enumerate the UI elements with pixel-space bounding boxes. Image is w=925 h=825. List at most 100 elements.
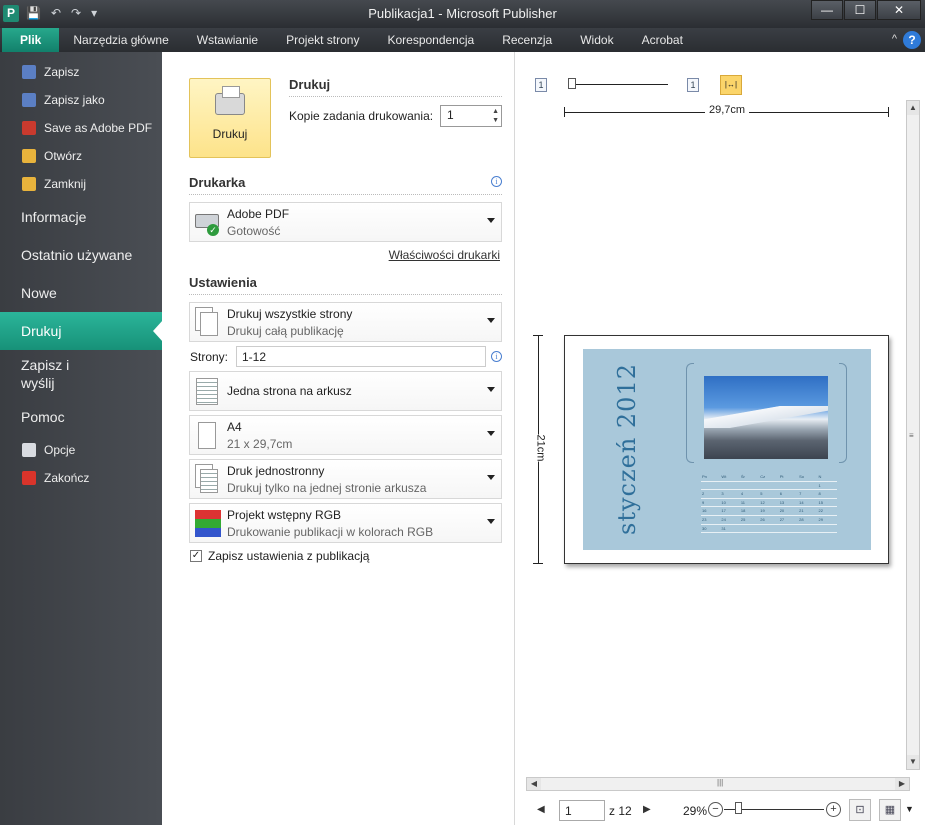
backstage-item-save-and-send[interactable]: Zapisz i wyślij [0,350,162,398]
scroll-left-icon[interactable]: ◀ [527,778,541,790]
info-icon[interactable]: i [491,176,502,187]
previous-page-icon[interactable]: ◀ [537,804,545,815]
backstage-item-new[interactable]: Nowe [0,274,162,312]
day-cell [798,525,817,533]
printer-icon: ✓ [193,207,221,238]
day-cell [759,525,778,533]
day-cell: 30 [702,525,707,531]
day-cell: 20 [779,508,785,514]
minimize-button[interactable]: — [811,0,843,20]
zoom-level[interactable]: 29% [683,804,707,818]
backstage-item-info[interactable]: Informacje [0,198,162,236]
day-cell: 15 [818,499,823,505]
pages-stack-icon [193,307,221,338]
day-cell: 5 [760,491,763,497]
backstage-item-options[interactable]: Opcje [0,436,162,464]
chevron-down-icon [487,519,495,524]
multiple-pages-icon[interactable]: ▦ [879,799,901,821]
chevron-down-icon [487,431,495,436]
chevron-down-icon [487,387,495,392]
divider [189,194,502,195]
pages-per-sheet-dropdown[interactable]: Jedna strona na arkusz [189,371,502,411]
backstage-item-save[interactable]: Zapisz [0,58,162,86]
tab-mailings[interactable]: Korespondencja [373,28,488,52]
tab-home[interactable]: Narzędzia główne [59,28,182,52]
backstage-item-help[interactable]: Pomoc [0,398,162,436]
pages-input[interactable]: 1-12 [236,346,486,367]
zoom-thumb[interactable] [568,78,576,89]
scroll-up-icon[interactable]: ▲ [907,101,919,115]
backstage-item-print[interactable]: Drukuj [0,312,163,350]
copies-stepper[interactable]: 1 ▲ ▼ [440,105,502,127]
vertical-scrollbar[interactable]: ▲ ≡ ▼ [906,100,920,770]
tab-review[interactable]: Recenzja [488,28,566,52]
help-icon[interactable]: ? [903,31,921,49]
chevron-down-icon[interactable]: ▼ [905,804,914,814]
horizontal-scrollbar[interactable]: ◀ ||| ▶ [526,777,910,791]
info-icon[interactable]: i [491,351,502,362]
close-button[interactable]: ✕ [877,0,921,20]
day-cell: 9 [702,499,705,505]
calendar-row: 23 24 25 26 27 28 29 [701,516,837,525]
minimize-ribbon-icon[interactable]: ^ [892,33,897,45]
calendar-row: 16 17 18 19 20 21 22 [701,507,837,516]
print-button[interactable]: Drukuj [189,78,271,158]
backstage-item-save-as[interactable]: Zapisz jako [0,86,162,114]
print-button-label: Drukuj [212,127,248,141]
scroll-right-icon[interactable]: ▶ [895,778,909,790]
save-settings-checkbox[interactable]: ✓ [190,550,202,562]
ruler-toggle-icon[interactable]: |↔| [720,75,742,95]
printer-properties-link[interactable]: Właściwości drukarki [389,248,500,262]
pages-range-dropdown[interactable]: Drukuj wszystkie strony Drukuj całą publ… [189,302,502,342]
printer-dropdown[interactable]: ✓ Adobe PDF Gotowość [189,202,502,242]
tab-page-design[interactable]: Projekt strony [272,28,373,52]
backstage-item-exit[interactable]: Zakończ [0,464,162,492]
day-cell [740,525,759,533]
copies-label: Kopie zadania drukowania: [289,109,434,123]
zoom-slider-thumb[interactable] [735,802,742,814]
backstage-item-recent[interactable]: Ostatnio używane [0,236,162,274]
paper-size-dropdown[interactable]: A4 21 x 29,7cm [189,415,502,455]
width-label: 29,7cm [705,104,750,116]
day-cell: 16 [702,508,707,514]
calendar-row: 9 10 11 12 13 14 15 [701,499,837,508]
tab-view[interactable]: Widok [566,28,627,52]
tab-insert[interactable]: Wstawianie [183,28,272,52]
printer-name: Adobe PDF [227,207,290,221]
scroll-grip-icon[interactable]: ||| [717,778,723,787]
zoom-out-button[interactable]: − [708,802,723,817]
backstage-item-close[interactable]: Zamknij [0,170,162,198]
exit-icon [22,471,36,485]
single-page-view-icon[interactable]: 1 [535,78,547,92]
tab-file[interactable]: Plik [2,28,60,52]
next-page-icon[interactable]: ▶ [643,804,651,815]
option-title: Druk jednostronny [227,464,325,478]
tab-acrobat[interactable]: Acrobat [628,28,697,52]
page-number-input[interactable]: 1 [559,800,605,821]
day-cell [779,525,798,533]
print-heading: Drukuj [289,77,331,92]
duplex-dropdown[interactable]: Druk jednostronny Drukuj tylko na jednej… [189,459,502,499]
backstage-item-save-as-pdf[interactable]: Save as Adobe PDF [0,114,162,142]
day-cell: 8 [818,491,821,497]
scroll-grip-icon[interactable]: ≡ [909,431,914,440]
day-cell: 14 [799,499,804,505]
rgb-color-icon [193,508,221,539]
scroll-down-icon[interactable]: ▼ [907,755,919,769]
zoom-in-button[interactable]: + [826,802,841,817]
color-mode-dropdown[interactable]: Projekt wstępny RGB Drukowanie publikacj… [189,503,502,543]
snow-ridge [704,406,828,428]
option-title: A4 [227,420,242,434]
fit-page-icon[interactable]: ⊡ [849,799,871,821]
backstage-item-open[interactable]: Otwórz [0,142,162,170]
actual-size-icon[interactable]: 1 [687,78,699,92]
chevron-down-icon [487,318,495,323]
backstage-nav: Zapisz Zapisz jako Save as Adobe PDF Otw… [0,52,163,825]
save-as-icon [22,93,36,107]
day-header: Pt [779,474,784,479]
preview-status-bar: ◀ 1 z 12 ▶ 29% − + ⊡ ▦ ▼ [515,797,925,825]
copies-value: 1 [447,108,454,122]
maximize-button[interactable]: ☐ [844,0,876,20]
spinner-arrows-icon[interactable]: ▲ ▼ [492,107,499,125]
day-cell: 24 [721,516,726,522]
